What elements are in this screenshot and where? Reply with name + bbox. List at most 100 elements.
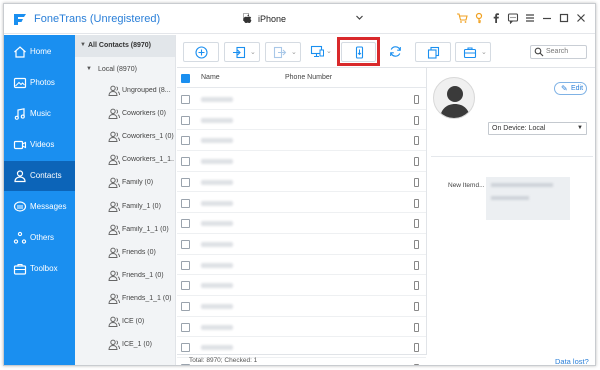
data-lost-link[interactable]: Data lost? <box>555 357 589 365</box>
phone-icon <box>414 281 419 291</box>
person-silhouette-icon <box>440 86 470 118</box>
pencil-icon: ✎ <box>561 84 568 93</box>
row-checkbox[interactable] <box>181 343 190 353</box>
tree-group-item[interactable]: Coworkers_1_1... <box>75 148 175 170</box>
facebook-icon[interactable] <box>487 12 504 28</box>
tree-local[interactable]: ▼ Local (8970) <box>75 57 175 79</box>
home-icon <box>14 46 26 58</box>
sidebar-item-others[interactable]: Others <box>4 223 75 253</box>
phone-icon <box>414 95 419 104</box>
tree-all-contacts[interactable]: ▼ All Contacts (8970) <box>75 35 175 57</box>
sidebar-item-photos[interactable]: Photos <box>4 68 75 98</box>
caret-down-icon: ▼ <box>80 42 86 48</box>
phone-icon <box>414 177 419 187</box>
duplicate-icon <box>427 46 440 59</box>
table-row[interactable] <box>177 234 426 255</box>
key-icon[interactable] <box>470 12 487 28</box>
sidebar-item-label: Videos <box>30 140 55 149</box>
row-checkbox[interactable] <box>181 198 190 208</box>
export-button[interactable]: ⌄ <box>265 42 301 62</box>
toolbox-icon <box>13 263 27 275</box>
tree-group-item[interactable]: Family (0) <box>75 171 175 193</box>
cart-icon[interactable] <box>453 12 470 28</box>
table-row[interactable] <box>177 296 426 317</box>
row-checkbox[interactable] <box>181 239 190 249</box>
music-icon <box>14 108 25 120</box>
table-row[interactable] <box>177 193 426 214</box>
tree-group-item[interactable]: Friends_1_1 (0) <box>75 287 175 309</box>
table-row[interactable] <box>177 151 426 172</box>
group-icon <box>108 339 120 351</box>
column-header-phone[interactable]: Phone Number <box>285 74 332 81</box>
tree-group-item[interactable]: Ungrouped (8... <box>75 79 175 101</box>
menu-icon[interactable] <box>521 12 538 28</box>
tree-group-item[interactable]: Coworkers_1 (0) <box>75 125 175 147</box>
sidebar-item-toolbox[interactable]: Toolbox <box>4 254 75 284</box>
table-row[interactable] <box>177 275 426 296</box>
table-row[interactable] <box>177 89 426 110</box>
add-button[interactable] <box>183 42 219 62</box>
group-icon <box>108 316 120 327</box>
phone-icon <box>414 239 419 249</box>
search-input[interactable]: Search <box>530 45 587 59</box>
table-row[interactable] <box>177 130 426 152</box>
tree-group-item[interactable]: Friends (0) <box>75 241 175 263</box>
tree-group-label: Family (0) <box>122 179 154 187</box>
row-checkbox[interactable] <box>181 95 190 104</box>
table-row[interactable] <box>177 110 426 131</box>
table-row[interactable] <box>177 317 426 338</box>
blurred-name <box>201 200 233 206</box>
sidebar-item-contacts[interactable]: Contacts <box>4 161 75 191</box>
tree-group-item[interactable]: Family_1 (0) <box>75 195 175 217</box>
row-checkbox[interactable] <box>181 322 190 332</box>
row-checkbox[interactable] <box>181 177 190 187</box>
row-checkbox[interactable] <box>181 115 190 125</box>
tree-group-item[interactable]: Friends_1 (0) <box>75 264 175 286</box>
title-icons <box>453 12 589 28</box>
chevron-down-icon: ⌄ <box>250 49 256 56</box>
table-row[interactable] <box>177 172 426 193</box>
sidebar-item-music[interactable]: Music <box>4 99 75 129</box>
tree-group-item[interactable]: Coworkers (0) <box>75 102 175 124</box>
tree-group-label: Ungrouped (8... <box>122 87 171 94</box>
device-selector[interactable]:  iPhone <box>236 12 366 28</box>
others-icon <box>13 231 27 244</box>
row-checkbox[interactable] <box>181 219 190 229</box>
minimize-icon[interactable] <box>538 12 555 28</box>
sidebar-item-home[interactable]: Home <box>4 37 75 67</box>
duplicate-button[interactable] <box>415 42 451 62</box>
tree-group-label: Friends_1 (0) <box>122 271 164 279</box>
row-checkbox[interactable] <box>181 136 190 146</box>
to-pc-button[interactable]: ⌄ <box>306 42 334 62</box>
chat-icon[interactable] <box>504 12 521 28</box>
tree-group-item[interactable]: Family_1_1 (0) <box>75 218 175 240</box>
row-checkbox[interactable] <box>181 302 190 311</box>
on-device-select[interactable]: On Device: Local ▼ <box>488 122 587 135</box>
sidebar-item-videos[interactable]: Videos <box>4 130 75 160</box>
table-row[interactable] <box>177 213 426 234</box>
maximize-icon[interactable] <box>555 12 572 28</box>
edit-button[interactable]: ✎ Edit <box>554 82 587 95</box>
caret-down-icon: ▼ <box>577 125 583 131</box>
column-header-name[interactable]: Name <box>201 74 220 81</box>
chevron-down-icon: ⌄ <box>291 49 297 56</box>
export-icon <box>273 46 287 59</box>
tree-group-label: Coworkers (0) <box>122 110 166 118</box>
close-icon[interactable] <box>572 12 589 28</box>
select-all-checkbox[interactable] <box>181 74 190 83</box>
tree-group-label: Coworkers_1 (0) <box>122 133 174 141</box>
table-row[interactable] <box>177 255 426 276</box>
row-checkbox[interactable] <box>181 260 190 270</box>
import-button[interactable]: ⌄ <box>224 42 260 62</box>
tree-group-item[interactable]: ICE_1 (0) <box>75 333 175 355</box>
row-checkbox[interactable] <box>181 157 190 167</box>
tree-group-item[interactable]: ICE (0) <box>75 310 175 332</box>
row-checkbox[interactable] <box>181 281 190 291</box>
tree-group-label: ICE_1 (0) <box>122 341 152 349</box>
refresh-button[interactable] <box>381 42 411 62</box>
blurred-value <box>491 183 553 187</box>
blurred-value <box>491 196 529 200</box>
toolbar: ⌄ ⌄ ⌄ ⌄ Search <box>177 35 595 68</box>
toolbox-button[interactable]: ⌄ <box>455 42 491 62</box>
sidebar-item-messages[interactable]: Messages <box>4 192 75 222</box>
